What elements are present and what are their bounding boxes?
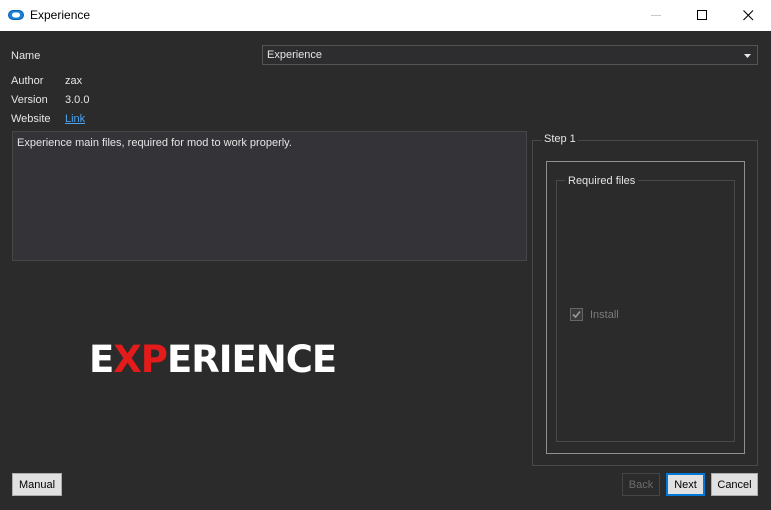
required-files-title: Required files bbox=[565, 175, 639, 187]
logo-part-1: E bbox=[89, 338, 114, 381]
cancel-button[interactable]: Cancel bbox=[711, 473, 758, 496]
maximize-button[interactable] bbox=[679, 0, 725, 31]
description-box[interactable]: Experience main files, required for mod … bbox=[12, 131, 527, 261]
window-title: Experience bbox=[30, 8, 91, 22]
title-bar: Experience bbox=[0, 0, 771, 31]
website-link[interactable]: Link bbox=[65, 113, 85, 125]
author-value: zax bbox=[65, 75, 83, 87]
next-button[interactable]: Next bbox=[666, 473, 705, 496]
manual-button[interactable]: Manual bbox=[12, 473, 62, 496]
website-label: Website bbox=[11, 113, 51, 125]
install-checkbox[interactable] bbox=[570, 308, 583, 321]
maximize-icon bbox=[697, 10, 707, 20]
close-icon bbox=[743, 10, 754, 21]
version-label: Version bbox=[11, 94, 48, 106]
name-dropdown-value: Experience bbox=[267, 49, 323, 61]
install-label: Install bbox=[590, 309, 619, 321]
author-label: Author bbox=[11, 75, 44, 87]
version-value: 3.0.0 bbox=[65, 94, 90, 106]
step-title: Step 1 bbox=[542, 133, 578, 145]
dialog-body: Name Experience Author zax Version 3.0.0… bbox=[1, 31, 770, 509]
experience-logo: EXPERIENCE bbox=[89, 338, 337, 381]
name-label: Name bbox=[11, 50, 41, 62]
logo-part-2: XP bbox=[113, 338, 168, 381]
close-button[interactable] bbox=[725, 0, 771, 31]
minimize-icon bbox=[651, 15, 661, 16]
name-dropdown[interactable]: Experience bbox=[262, 45, 758, 65]
logo-part-3: ERIENCE bbox=[166, 338, 337, 381]
cloud-icon bbox=[8, 9, 24, 21]
description-text: Experience main files, required for mod … bbox=[17, 137, 292, 149]
minimize-button[interactable] bbox=[633, 0, 679, 31]
chevron-down-icon bbox=[744, 54, 751, 58]
checkmark-icon bbox=[572, 310, 581, 319]
back-button[interactable]: Back bbox=[622, 473, 660, 496]
